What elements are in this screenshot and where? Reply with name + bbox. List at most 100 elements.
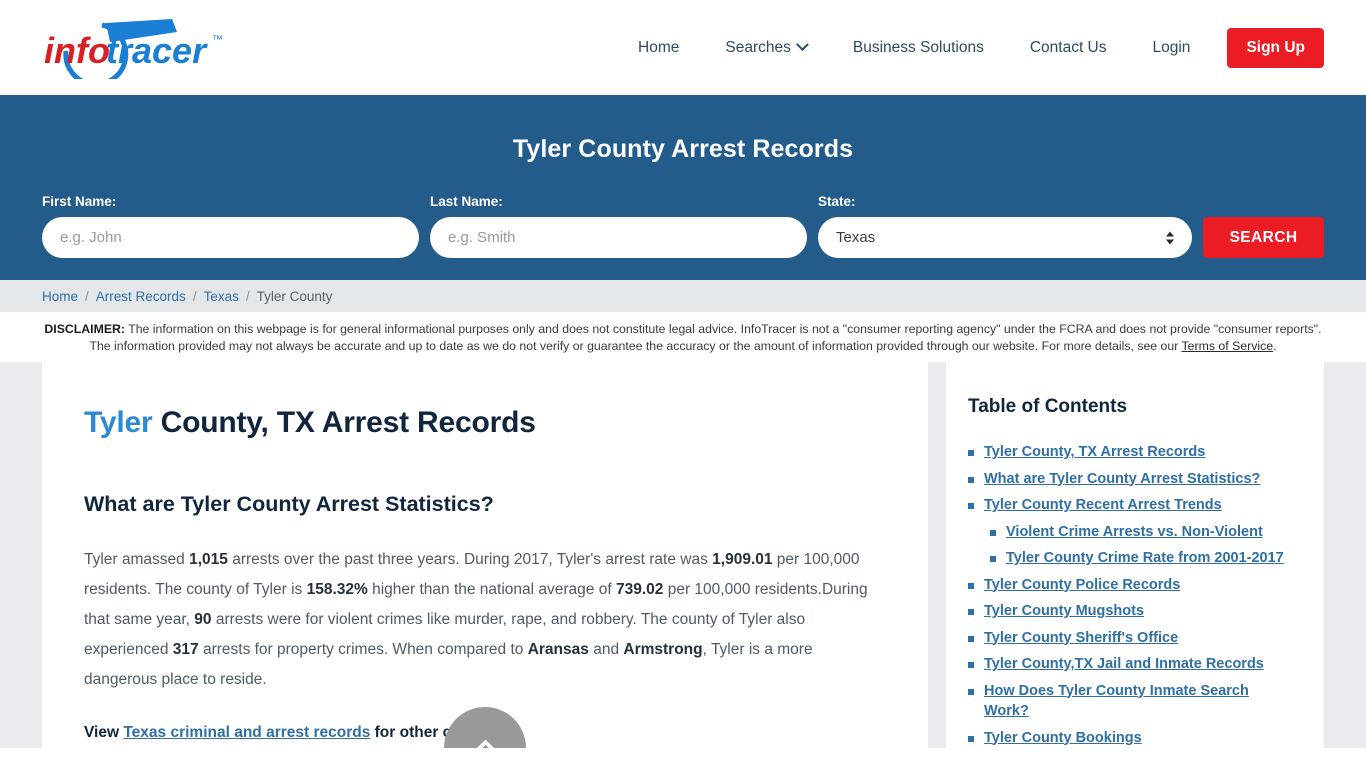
toc-title: Table of Contents <box>968 396 1128 417</box>
nav-login-label: Login <box>1152 38 1191 56</box>
breadcrumb-item-home[interactable]: Home <box>42 289 78 304</box>
toc-item: Tyler County, TX Arrest Records <box>968 442 1296 463</box>
stat-text: and <box>588 641 624 658</box>
toc-item: Tyler County Sheriff's Office <box>968 628 1296 649</box>
nav-home-label: Home <box>638 38 680 56</box>
page-title-highlight: Tyler <box>84 406 153 439</box>
disclaimer: DISCLAIMER: The information on this webp… <box>0 312 1366 362</box>
toc-link[interactable]: What are Tyler County Arrest Statistics? <box>984 469 1260 490</box>
stat-arrests-total: 1,015 <box>189 551 228 568</box>
first-name-field-group: First Name: <box>42 194 419 258</box>
stat-text: arrests for property crimes. When compar… <box>198 641 528 658</box>
logo-graphic: info tracer ™ <box>44 18 223 79</box>
toc-link[interactable]: Tyler County Police Records <box>984 575 1180 596</box>
nav-contact-us-label: Contact Us <box>1029 38 1107 56</box>
stat-text: arrests over the past three years. Durin… <box>227 551 713 568</box>
toc-item: Tyler County Mugshots <box>968 601 1296 622</box>
toc-link[interactable]: Tyler County Recent Arrest Trends <box>984 495 1222 516</box>
view-prefix: View <box>84 724 124 741</box>
nav-contact-us[interactable]: Contact Us <box>1007 29 1130 67</box>
stat-compare-county-b: Armstrong <box>623 641 703 658</box>
stat-pct-higher: 158.32% <box>306 581 368 598</box>
toc-item: Tyler County Recent Arrest Trends <box>968 495 1296 516</box>
breadcrumb-separator: / <box>245 288 250 304</box>
sign-up-button[interactable]: Sign Up <box>1227 27 1324 68</box>
toc-item: Tyler County,TX Jail and Inmate Records <box>968 654 1296 675</box>
last-name-label: Last Name: <box>430 194 503 209</box>
breadcrumb-item-texas[interactable]: Texas <box>204 289 239 304</box>
main-content-card: Tyler County, TX Arrest Records What are… <box>42 362 928 748</box>
statistics-paragraph-1: Tyler amassed 1,015 arrests over the pas… <box>84 545 886 695</box>
chevron-down-icon <box>795 38 809 52</box>
stat-text: per 100,000 residents. <box>663 581 822 598</box>
infotracer-logo[interactable]: info tracer ™ <box>44 18 244 79</box>
stat-text: Tyler amassed <box>84 551 190 568</box>
nav-business-solutions-label: Business Solutions <box>852 38 984 56</box>
last-name-field-group: Last Name: <box>430 194 807 258</box>
bullet-icon <box>968 476 974 483</box>
search-banner: Tyler County Arrest Records First Name: … <box>0 95 1366 280</box>
scroll-to-top-button[interactable] <box>444 707 526 748</box>
stat-violent-arrests: 90 <box>194 611 212 628</box>
bullet-icon <box>968 635 974 642</box>
main-navigation: Home Searches Business Solutions Contact… <box>615 27 1324 68</box>
bullet-icon <box>968 609 974 615</box>
state-field-group: State: Texas <box>818 194 1192 258</box>
page-title: Tyler County, TX Arrest Records <box>84 406 886 440</box>
search-button[interactable]: SEARCH <box>1203 217 1324 258</box>
breadcrumb-current: Tyler County <box>256 288 333 304</box>
toc-link[interactable]: Violent Crime Arrests vs. Non-Violent <box>1006 522 1263 543</box>
toc-link[interactable]: Tyler County Sheriff's Office <box>984 628 1178 649</box>
page-body: Tyler County, TX Arrest Records What are… <box>0 362 1366 748</box>
bullet-icon <box>968 735 974 742</box>
last-name-input[interactable] <box>430 217 807 258</box>
first-name-label: First Name: <box>42 194 117 209</box>
site-header: info tracer ™ Home Searches Business Sol… <box>0 0 1366 95</box>
nav-home[interactable]: Home <box>615 29 702 67</box>
toc-item: Tyler County Bookings <box>968 728 1296 749</box>
table-of-contents-card: Table of Contents Tyler County, TX Arres… <box>946 362 1324 748</box>
toc-item: How Does Tyler County Inmate Search Work… <box>968 681 1296 722</box>
state-label: State: <box>818 194 856 209</box>
svg-text:tracer: tracer <box>106 30 208 71</box>
terms-of-service-link[interactable]: Terms of Service <box>1182 339 1274 353</box>
stat-text: higher than the national average of <box>367 581 616 598</box>
breadcrumb-separator: / <box>192 288 197 304</box>
toc-item: Violent Crime Arrests vs. Non-Violent <box>990 522 1296 543</box>
first-name-input[interactable] <box>42 217 419 258</box>
disclaimer-label: DISCLAIMER: <box>44 322 125 336</box>
page-title-rest: County, TX Arrest Records <box>152 406 536 439</box>
stat-national-average: 739.02 <box>615 581 664 598</box>
texas-records-link[interactable]: Texas criminal and arrest records <box>123 724 370 741</box>
svg-text:info: info <box>44 30 110 71</box>
nav-searches[interactable]: Searches <box>702 29 829 67</box>
bullet-icon <box>990 529 996 536</box>
nav-login[interactable]: Login <box>1130 29 1214 67</box>
toc-link[interactable]: Tyler County Mugshots <box>984 601 1144 622</box>
breadcrumb-item-arrest-records[interactable]: Arrest Records <box>96 289 186 304</box>
stat-compare-county-a: Aransas <box>527 641 589 658</box>
bullet-icon <box>968 503 974 509</box>
banner-title: Tyler County Arrest Records <box>512 135 854 163</box>
toc-item: Tyler County Police Records <box>968 575 1296 596</box>
nav-business-solutions[interactable]: Business Solutions <box>830 29 1007 67</box>
toc-list: Tyler County, TX Arrest Records What are… <box>968 442 1296 748</box>
toc-item: Tyler County Crime Rate from 2001-2017 <box>990 548 1296 569</box>
section-title-arrest-statistics: What are Tyler County Arrest Statistics? <box>84 492 494 516</box>
disclaimer-text: The information on this webpage is for g… <box>89 322 1322 353</box>
state-select-wrap: Texas <box>818 217 1192 258</box>
chevron-up-icon <box>471 738 499 748</box>
bullet-icon <box>968 582 974 589</box>
toc-link[interactable]: Tyler County Bookings <box>984 728 1142 749</box>
bullet-icon <box>968 450 974 456</box>
toc-item: What are Tyler County Arrest Statistics? <box>968 469 1296 490</box>
toc-link[interactable]: Tyler County, TX Arrest Records <box>984 442 1205 463</box>
svg-text:™: ™ <box>212 34 223 46</box>
toc-link[interactable]: Tyler County Crime Rate from 2001-2017 <box>1006 548 1284 569</box>
state-select[interactable]: Texas <box>818 217 1192 258</box>
bullet-icon <box>990 556 996 562</box>
toc-link[interactable]: How Does Tyler County Inmate Search Work… <box>984 681 1296 722</box>
stat-property-arrests: 317 <box>172 641 199 658</box>
nav-searches-label: Searches <box>725 38 791 56</box>
toc-link[interactable]: Tyler County,TX Jail and Inmate Records <box>984 654 1264 675</box>
